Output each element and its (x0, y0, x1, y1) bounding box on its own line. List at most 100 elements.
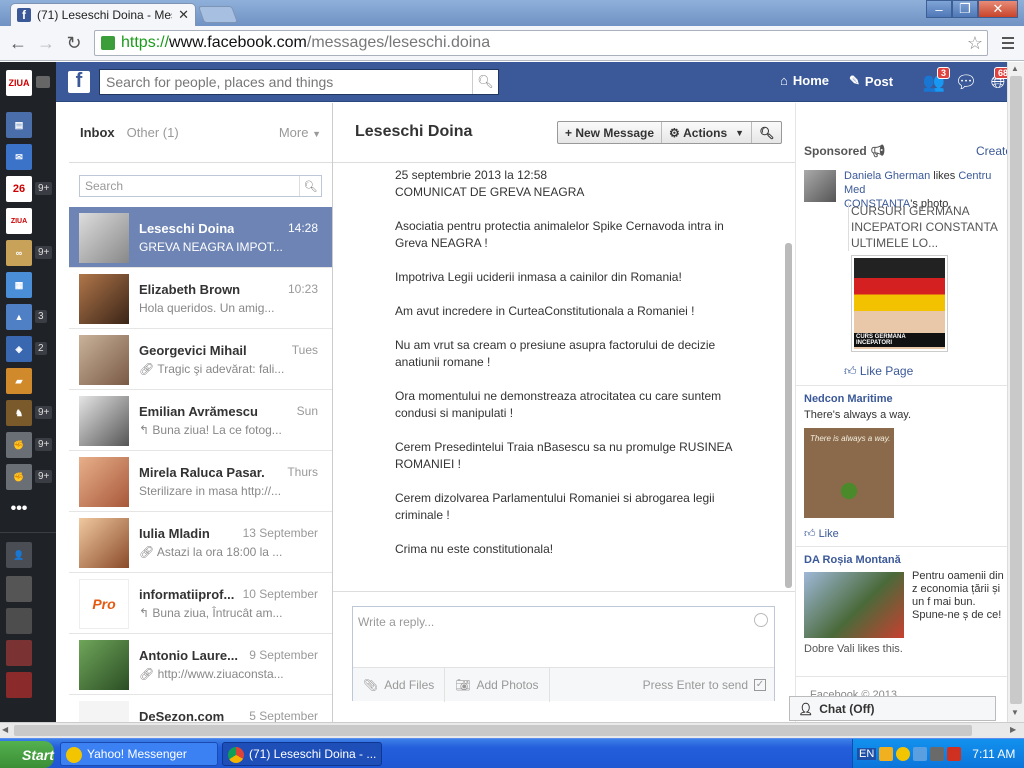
events-calendar-icon[interactable]: 26 (6, 176, 32, 202)
scroll-down-icon[interactable]: ▼ (1011, 708, 1019, 717)
search-icon[interactable]: 🔍︎ (299, 176, 321, 196)
close-window-button[interactable]: ✕ (978, 0, 1018, 18)
browser-toolbar: ← → ↻ https:// www.facebook.com /message… (0, 26, 1024, 61)
chevron-down-icon: ▼ (312, 129, 321, 139)
forward-button[interactable]: → (34, 32, 58, 54)
tab-other[interactable]: Other (1) (127, 125, 179, 140)
story-actor-avatar[interactable] (804, 170, 836, 202)
thread-item[interactable]: Emilian Avrămescu Sun ↰ Buna ziua! La ce… (69, 390, 332, 451)
story-ad-image[interactable]: CURS GERMANA INCEPATORI (851, 255, 948, 352)
apps-link-icon[interactable]: ∞ (6, 240, 32, 266)
chevron-down-icon: ▼ (735, 127, 745, 138)
thread-item[interactable]: Iulia Mladin 13 September 🔗︎ Astazi la o… (69, 512, 332, 573)
like-page-button[interactable]: 👍︎ Like Page (844, 364, 913, 379)
ad3-image[interactable] (804, 572, 904, 638)
horse-game-icon[interactable]: ♞ (6, 400, 32, 426)
thread-search-input[interactable]: Search 🔍︎ (79, 175, 322, 197)
ad3-text: Pentru oamenii din z economia țării și u… (912, 570, 1004, 621)
thread-item[interactable]: Elizabeth Brown 10:23 Hola queridos. Un … (69, 268, 332, 329)
tray-envelope-icon[interactable] (879, 747, 894, 761)
ad2-title[interactable]: Nedcon Maritime (804, 393, 893, 405)
ad2-image[interactable]: There is always a way. (804, 428, 894, 518)
thread-name: Emilian Avrămescu (139, 404, 258, 419)
start-button[interactable]: Start (0, 741, 54, 768)
conversation-scrollbar[interactable] (785, 243, 792, 588)
close-tab-icon[interactable]: ✕ (178, 7, 189, 23)
search-conversation-button[interactable]: 🔍︎ (752, 122, 781, 143)
taskbar-chrome-window[interactable]: (71) Leseschi Doina - ... (222, 742, 382, 766)
address-bar[interactable]: https:// www.facebook.com /messages/lese… (94, 30, 988, 56)
tray-antivirus-icon[interactable] (947, 747, 962, 761)
press-enter-toggle[interactable]: Press Enter to send ✓ (643, 678, 774, 692)
scrollbar-thumb[interactable] (1010, 76, 1022, 704)
home-link[interactable]: ⌂ Home (780, 73, 829, 88)
thread-item-leseschi-doina[interactable]: Leseschi Doina 14:28 GREVA NEAGRA IMPOT.… (69, 207, 332, 268)
actions-dropdown[interactable]: ⚙ Actions ▼ (662, 122, 753, 143)
chat-status-icon: 👤︎ (798, 701, 814, 716)
restore-window-button[interactable]: ❐ (952, 0, 978, 18)
scroll-left-icon[interactable]: ◀ (2, 725, 8, 734)
avatar (79, 640, 129, 690)
browser-tab-active[interactable]: f (71) Leseschi Doina - Messag ✕ (10, 3, 196, 26)
new-tab-button[interactable] (197, 6, 239, 23)
reply-composer[interactable]: Write a reply... 📎︎ Add Files 📷︎ Add Photo… (352, 606, 775, 702)
thread-item[interactable]: DeSezon.com 5 September (69, 695, 332, 722)
bookmark-star-icon[interactable]: ☆ (967, 33, 983, 54)
ad3-title[interactable]: DA Roșia Montană (804, 554, 901, 566)
search-icon[interactable]: 🔍︎ (472, 70, 498, 94)
friend-avatar[interactable] (6, 576, 32, 602)
page-horizontal-scrollbar[interactable]: ◀ ▶ (0, 722, 1024, 738)
thread-item[interactable]: Antonio Laure... 9 September 🔗︎ http://w… (69, 634, 332, 695)
pencil-icon: ✎ (849, 73, 860, 88)
ad2-like-button[interactable]: 👍︎ Like (804, 527, 839, 540)
reload-button[interactable]: ↻ (62, 32, 86, 54)
minimize-window-button[interactable]: – (926, 0, 952, 18)
friend-avatar[interactable] (6, 640, 32, 666)
language-indicator[interactable]: EN (857, 748, 877, 760)
fist-app-icon[interactable]: ✊ (6, 464, 32, 490)
chat-bar[interactable]: 👤︎ Chat (Off) (789, 696, 996, 721)
thread-item[interactable]: Pro informatiiprof... 10 September ↰ Bun… (69, 573, 332, 634)
more-dropdown[interactable]: More ▼ (279, 125, 321, 140)
ziua-app-icon[interactable]: ZIUA (6, 70, 32, 96)
news-feed-icon[interactable]: ▤ (6, 112, 32, 138)
thread-item[interactable]: Georgevici Mihail Tues 🔗︎ Tragic şi adev… (69, 329, 332, 390)
ziua-app-icon[interactable]: ZIUA (6, 208, 32, 234)
add-photos-button[interactable]: 📷︎ Add Photos (445, 667, 550, 702)
emoticon-icon[interactable] (754, 613, 768, 627)
story-actor-link[interactable]: Daniela Gherman (844, 170, 930, 182)
tray-volume-icon[interactable] (930, 747, 945, 761)
taskbar-yahoo-messenger[interactable]: Yahoo! Messenger (60, 742, 218, 766)
messages-icon[interactable]: ✉ (6, 144, 32, 170)
facebook-search-input[interactable]: Search for people, places and things 🔍︎ (99, 69, 499, 95)
sponsored-heading: Sponsored 📢︎ (804, 144, 885, 158)
messages-jewel-icon[interactable]: 💬︎ (954, 71, 978, 93)
page-vertical-scrollbar[interactable]: ▲ ▼ (1007, 62, 1024, 722)
more-apps-icon[interactable]: ••• (6, 496, 32, 522)
tray-network-icon[interactable] (913, 747, 928, 761)
puzzle-app-icon[interactable]: ▦ (6, 272, 32, 298)
scroll-up-icon[interactable]: ▲ (1011, 64, 1019, 73)
back-button[interactable]: ← (6, 32, 30, 54)
scrollbar-thumb[interactable] (14, 725, 972, 736)
thread-item[interactable]: Mirela Raluca Pasar... Thurs Sterilizare… (69, 451, 332, 512)
new-message-button[interactable]: + New Message (558, 122, 663, 143)
friend-avatar[interactable] (6, 672, 32, 698)
friend-avatar[interactable] (6, 608, 32, 634)
post-link[interactable]: ✎ Post (849, 73, 893, 89)
add-files-button[interactable]: 📎︎ Add Files (353, 667, 446, 702)
fist-app-icon[interactable]: ✊ (6, 432, 32, 458)
friend-avatar-icon[interactable]: 👤 (6, 542, 32, 568)
thread-snippet: ↰ Buna ziua, Întrucât am... (139, 606, 289, 620)
cube-app-icon[interactable]: ◈ (6, 336, 32, 362)
graduation-app-icon[interactable]: ▲ (6, 304, 32, 330)
tab-inbox[interactable]: Inbox (80, 125, 115, 140)
create-ad-link[interactable]: Create (976, 144, 1010, 158)
calendar-day: 26 (12, 183, 26, 195)
facebook-logo-icon[interactable]: f (68, 70, 90, 93)
photos-app-icon[interactable]: ▰ (6, 368, 32, 394)
scroll-right-icon[interactable]: ▶ (1010, 725, 1016, 734)
browser-menu-icon[interactable] (996, 32, 1020, 54)
tray-smiley-icon[interactable] (896, 747, 911, 761)
thread-snippet-text: Astazi la ora 18:00 la ... (156, 545, 283, 559)
